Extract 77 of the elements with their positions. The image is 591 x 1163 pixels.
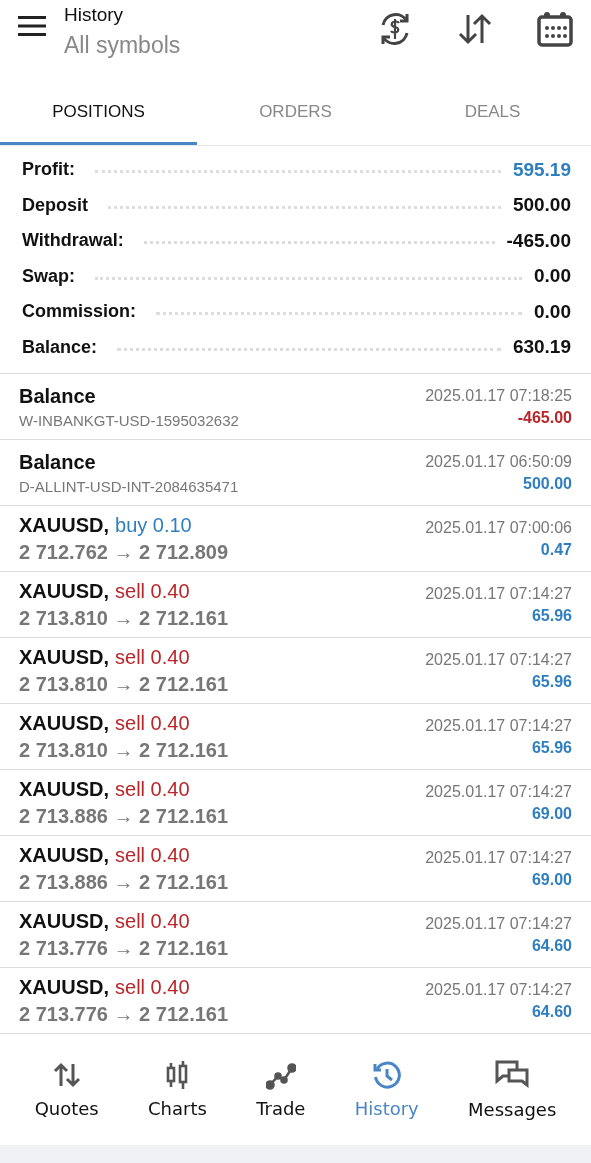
deal-detail: D-ALLINT-USD-INT-2084635471	[19, 477, 239, 495]
tab[interactable]: ORDERS	[197, 78, 394, 145]
summary-label: Commission:	[22, 301, 136, 323]
deal-action: sell 0.40	[115, 579, 190, 603]
summary-value: -465.00	[506, 229, 571, 252]
deal-detail: 2 713.886 → 2 712.161	[19, 804, 229, 828]
deal-detail: 2 713.810 → 2 712.161	[19, 606, 229, 630]
deal-action: sell 0.40	[115, 843, 190, 867]
deal-title: XAUUSD,	[19, 975, 109, 999]
deal-amount: 65.96	[531, 738, 572, 757]
deal-detail: 2 713.810 → 2 712.161	[19, 672, 229, 696]
symbol-filter[interactable]: All symbols	[64, 31, 333, 59]
sort-icon[interactable]	[457, 11, 493, 47]
summary-label: Deposit	[22, 194, 88, 216]
deal-title: XAUUSD,	[19, 711, 109, 735]
deal-title: XAUUSD,	[19, 777, 109, 801]
deal-amount: 65.96	[531, 606, 572, 625]
deal-action: sell 0.40	[115, 909, 190, 933]
deal-detail: 2 713.886 → 2 712.161	[19, 870, 229, 894]
deal-time: 2025.01.17 07:00:06	[425, 518, 572, 537]
summary-label: Withdrawal:	[22, 230, 124, 252]
summary-label: Profit:	[22, 159, 75, 181]
nav-item[interactable]: Quotes	[30, 1056, 103, 1123]
deal-detail: 2 713.810 → 2 712.161	[19, 738, 229, 762]
arrows-icon	[51, 1060, 82, 1090]
screen-title: History	[64, 3, 125, 26]
deal-time: 2025.01.17 07:14:27	[425, 782, 572, 801]
deal-amount: 64.60	[531, 1002, 572, 1021]
summary-value: 0.00	[534, 300, 571, 323]
deal-title: XAUUSD,	[19, 513, 109, 537]
deal-detail: 2 713.776 → 2 712.161	[19, 936, 229, 960]
deal-detail: 2 712.762 → 2 712.809	[19, 540, 229, 564]
nav-item[interactable]: History	[350, 1056, 423, 1123]
deal-amount: 64.60	[531, 936, 572, 955]
deal-time: 2025.01.17 07:14:27	[425, 848, 572, 867]
tab[interactable]: DEALS	[394, 78, 591, 145]
deal-title: Balance	[19, 450, 96, 474]
summary-label: Swap:	[22, 265, 75, 287]
deal-amount: 69.00	[531, 870, 572, 889]
deal-amount: 69.00	[531, 804, 572, 823]
deal-amount: 0.47	[540, 540, 572, 559]
deal-amount: 65.96	[531, 672, 572, 691]
menu-icon[interactable]	[18, 15, 46, 37]
deal-title: Balance	[19, 384, 96, 408]
deal-title: XAUUSD,	[19, 909, 109, 933]
deal-amount: -465.00	[517, 408, 572, 427]
deal-time: 2025.01.17 06:50:09	[425, 452, 572, 471]
deal-action: sell 0.40	[115, 645, 190, 669]
deal-time: 2025.01.17 07:18:25	[425, 386, 572, 405]
deal-time: 2025.01.17 07:14:27	[425, 716, 572, 735]
calendar-icon[interactable]	[537, 11, 573, 47]
deal-title: XAUUSD,	[19, 843, 109, 867]
summary-value: 0.00	[534, 265, 571, 288]
history-icon	[371, 1060, 402, 1090]
summary-label: Balance:	[22, 336, 98, 358]
deal-action: sell 0.40	[115, 777, 190, 801]
deal-time: 2025.01.17 07:14:27	[425, 584, 572, 603]
deal-time: 2025.01.17 07:14:27	[425, 914, 572, 933]
nav-item[interactable]: Trade	[252, 1056, 310, 1123]
deal-detail: 2 713.776 → 2 712.161	[19, 1002, 229, 1026]
deal-time: 2025.01.17 07:14:27	[425, 650, 572, 669]
deal-action: sell 0.40	[115, 711, 190, 735]
deal-title: XAUUSD,	[19, 579, 109, 603]
deal-amount: 500.00	[523, 474, 572, 493]
nav-item[interactable]: Messages	[464, 1055, 561, 1124]
summary-value: 595.19	[512, 158, 571, 181]
deal-action: sell 0.40	[115, 975, 190, 999]
summary-value: 630.19	[512, 336, 571, 359]
nav-item[interactable]: Charts	[144, 1056, 211, 1123]
tab[interactable]: POSITIONS	[0, 78, 197, 145]
deal-action: buy 0.10	[115, 513, 192, 537]
summary-value: 500.00	[512, 194, 571, 217]
deal-detail: W-INBANKGT-USD-1595032632	[19, 411, 239, 429]
deal-time: 2025.01.17 07:14:27	[425, 980, 572, 999]
deal-title: XAUUSD,	[19, 645, 109, 669]
chat-icon	[494, 1059, 531, 1091]
line-chart-icon	[265, 1060, 296, 1090]
